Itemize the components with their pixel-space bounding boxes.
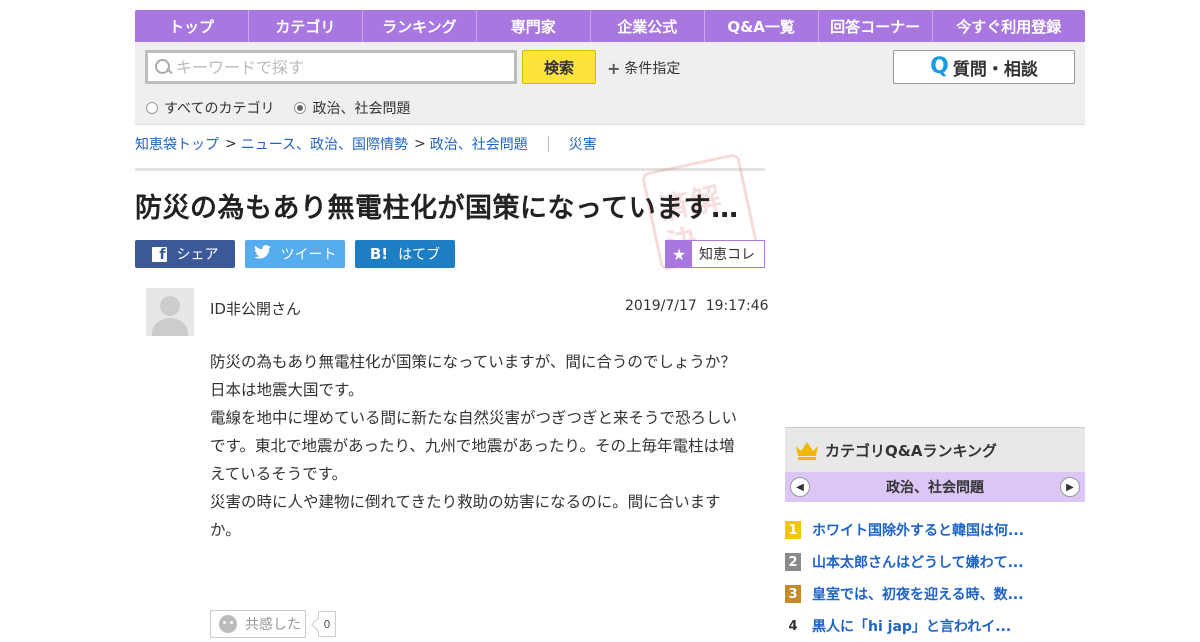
nav-ranking[interactable]: ランキング (363, 10, 477, 42)
radio-all-categories[interactable]: すべてのカテゴリ (146, 98, 274, 118)
nav-answer-corner[interactable]: 回答コーナー (819, 10, 933, 42)
question-paragraph: 日本は地震大国です。 (210, 381, 364, 399)
facebook-share-button[interactable]: f シェア (135, 240, 235, 268)
radio-label: すべてのカテゴリ (164, 101, 275, 117)
questioner-name: ID非公開さん (210, 300, 301, 318)
question-paragraph: 防災の為もあり無電柱化が国策になっていますが、間に合うのでしょうか？ (210, 353, 736, 371)
rank-badge: 1 (785, 521, 801, 539)
ranking-link[interactable]: 皇室では、初夜を迎える時、数... (812, 584, 1024, 604)
hatena-icon: B! (369, 245, 389, 263)
ranking-item: 1 ホワイト国除外すると韓国は何... (785, 514, 1085, 546)
radio-current-category[interactable]: 政治、社会問題 (294, 98, 410, 118)
radio-selected-icon (294, 102, 307, 114)
page: トップ カテゴリ ランキング 専門家 企業公式 Q&A一覧 回答コーナー 今すぐ… (135, 10, 1085, 638)
post-date: 2019/7/17 (625, 298, 697, 314)
rank-badge: 2 (785, 553, 801, 571)
category-ranking: カテゴリQ&Aランキング ◀ 政治、社会問題 ▶ 1 ホワイト国除外すると韓国は… (785, 427, 1085, 642)
post-datetime: 2019/7/17 19:17:46 (625, 298, 769, 314)
tag-link[interactable]: 災害 (569, 134, 597, 154)
conditions-toggle[interactable]: + 条件指定 (607, 58, 680, 78)
search-panel: 検索 + 条件指定 Q 質問・相談 すべてのカテゴリ 政治、社会問題 (135, 42, 1085, 125)
twitter-bird-icon (253, 245, 271, 263)
search-box (145, 50, 517, 84)
nav-qa-list[interactable]: Q&A一覧 (705, 10, 819, 42)
rank-badge: 4 (788, 618, 798, 634)
share-buttons: f シェア ツイート B! はてブ (135, 240, 465, 268)
facebook-icon: f (151, 246, 167, 262)
breadcrumb-top[interactable]: 知恵袋トップ (135, 134, 219, 154)
smile-icon (219, 615, 237, 633)
nav-register[interactable]: 今すぐ利用登録 (933, 10, 1085, 42)
empathy-label: 共感した (245, 617, 301, 633)
hatena-bookmark-button[interactable]: B! はてブ (355, 240, 455, 268)
ranking-item: 2 山本太郎さんはどうして嫌わて... (785, 546, 1085, 578)
hatena-label: はてブ (398, 247, 441, 263)
ranking-category: 政治、社会問題 (886, 480, 984, 496)
ranking-category-bar: ◀ 政治、社会問題 ▶ (785, 472, 1085, 502)
question-paragraph: 災害の時に人や建物に倒れてきたり救助の妨害になるのに。間に合いますか。 (210, 493, 721, 539)
breadcrumb-news[interactable]: ニュース、政治、国際情勢 (241, 134, 408, 154)
breadcrumb-category[interactable]: 政治、社会問題 (430, 134, 528, 154)
empathy-count: 0 (318, 611, 336, 637)
question-body: 防災の為もあり無電柱化が国策になっていますが、間に合うのでしょうか？ 日本は地震… (210, 348, 750, 544)
chiekore-label: 知恵コレ (699, 247, 755, 263)
facebook-share-label: シェア (176, 247, 219, 263)
breadcrumb-separator: > (414, 136, 426, 152)
ranking-link[interactable]: ホワイト国除外すると韓国は何... (812, 520, 1024, 540)
search-input[interactable] (176, 57, 496, 77)
ranking-item: 3 皇室では、初夜を迎える時、数... (785, 578, 1085, 610)
breadcrumb-divider (547, 136, 549, 152)
nav-official[interactable]: 企業公式 (591, 10, 705, 42)
nav-experts[interactable]: 専門家 (477, 10, 591, 42)
question-title: 防災の為もあり無電柱化が国策になっています… (135, 193, 739, 224)
avatar (146, 288, 194, 336)
tweet-button[interactable]: ツイート (245, 240, 345, 268)
question-paragraph: 電線を地中に埋めている間に新たな自然災害がつぎつぎと来そうで恐ろしいです。東北で… (210, 409, 738, 483)
category-scope: すべてのカテゴリ 政治、社会問題 (146, 98, 430, 118)
nav-top[interactable]: トップ (135, 10, 249, 42)
star-icon: ★ (666, 241, 692, 267)
prev-arrow-icon[interactable]: ◀ (790, 477, 810, 497)
empathy-button[interactable]: 共感した (210, 610, 306, 638)
ask-question-label: 質問・相談 (952, 59, 1038, 80)
global-nav: トップ カテゴリ ランキング 専門家 企業公式 Q&A一覧 回答コーナー 今すぐ… (135, 10, 1085, 42)
q-icon: Q (930, 54, 949, 79)
breadcrumb-separator: > (225, 136, 237, 152)
search-icon (154, 58, 172, 76)
conditions-label: 条件指定 (624, 61, 681, 77)
ranking-title: カテゴリQ&Aランキング (825, 441, 997, 460)
post-time: 19:17:46 (705, 298, 769, 314)
tweet-label: ツイート (280, 247, 337, 263)
ranking-list: 1 ホワイト国除外すると韓国は何... 2 山本太郎さんはどうして嫌わて... … (785, 514, 1085, 642)
rank-badge: 3 (785, 585, 801, 603)
ranking-header: カテゴリQ&Aランキング (785, 427, 1085, 472)
radio-icon (146, 102, 158, 114)
plus-icon: + (607, 58, 621, 78)
breadcrumb: 知恵袋トップ > ニュース、政治、国際情勢 > 政治、社会問題 災害 (135, 134, 597, 154)
nav-category[interactable]: カテゴリ (249, 10, 363, 42)
next-arrow-icon[interactable]: ▶ (1060, 477, 1080, 497)
ask-question-button[interactable]: Q 質問・相談 (893, 50, 1075, 84)
ranking-link[interactable]: 山本太郎さんはどうして嫌わて... (812, 552, 1024, 572)
crown-icon (795, 440, 819, 460)
chiekore-button[interactable]: ★ 知恵コレ (665, 240, 765, 268)
search-button[interactable]: 検索 (522, 50, 596, 84)
empathy-area: 共感した 0 (210, 610, 336, 638)
ranking-item: 4 黒人に「hi jap」と言われイ... (785, 610, 1085, 642)
radio-label: 政治、社会問題 (312, 101, 411, 117)
ranking-link[interactable]: 黒人に「hi jap」と言われイ... (812, 616, 1011, 636)
